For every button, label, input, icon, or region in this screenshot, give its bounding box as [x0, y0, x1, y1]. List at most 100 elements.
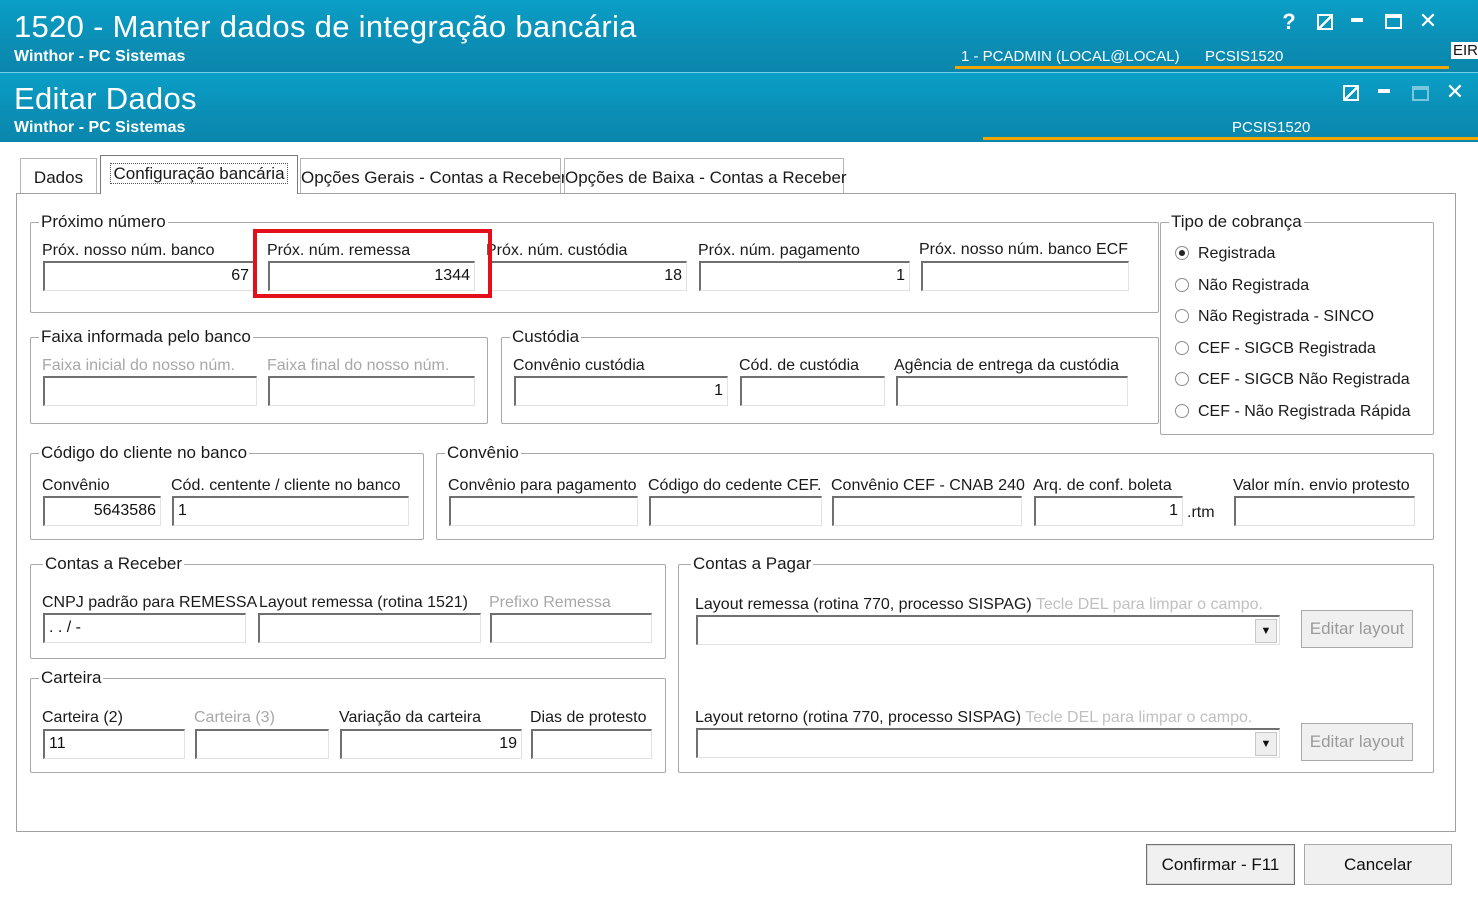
tab-opcoes-baixa[interactable]: Opções de Baixa - Contas a Receber [564, 158, 847, 194]
radio-icon[interactable] [1175, 278, 1189, 292]
clipped-text: EIR [1451, 42, 1478, 59]
radio-icon[interactable] [1175, 404, 1189, 418]
tab-dados[interactable]: Dados [20, 158, 97, 194]
radio-nao-registrada-sinco[interactable]: Não Registrada - SINCO [1175, 308, 1374, 326]
input-prox-num-remessa[interactable]: 1344 [268, 261, 475, 291]
label-layout-remessa: Layout remessa (rotina 1521) [259, 594, 468, 611]
input-prox-nosso-num-banco[interactable]: 67 [43, 261, 254, 291]
group-carteira: Carteira Carteira (2) 11 Carteira (3) Va… [30, 669, 666, 773]
input-valor-min-protesto[interactable] [1234, 496, 1415, 526]
chevron-down-icon[interactable]: ▼ [1255, 732, 1277, 756]
input-prox-num-custodia[interactable]: 18 [489, 261, 687, 291]
help-icon[interactable]: ? [1276, 11, 1302, 33]
input-layout-remessa[interactable] [258, 613, 481, 643]
group-legend: Tipo de cobrança [1169, 212, 1304, 231]
label-carteira-2: Carteira (2) [42, 709, 123, 726]
dialog-subtitle: Winthor - PC Sistemas [14, 119, 186, 136]
input-cod-custodia[interactable] [740, 376, 885, 406]
dialog-title-bar: Editar Dados Winthor - PC Sistemas PCSIS… [0, 72, 1478, 142]
close-icon[interactable]: ✕ [1415, 10, 1441, 32]
radio-registrada[interactable]: Registrada [1175, 245, 1275, 263]
tab-opcoes-gerais[interactable]: Opções Gerais - Contas a Receber [300, 158, 567, 194]
window-subtitle: Winthor - PC Sistemas [14, 48, 186, 65]
tab-panel: Próximo número Próx. nosso núm. banco 67… [16, 193, 1456, 832]
label-cod-custodia: Cód. de custódia [739, 357, 860, 374]
input-faixa-final [268, 376, 475, 406]
label-cnpj-padrao: CNPJ padrão para REMESSA [42, 594, 258, 611]
title-accent-line [955, 66, 1449, 69]
input-convenio-cef-cnab[interactable] [832, 496, 1022, 526]
input-convenio-custodia[interactable]: 1 [514, 376, 728, 406]
tab-configuracao-bancaria[interactable]: Configuração bancária [100, 155, 298, 194]
select-layout-retorno[interactable]: ▼ [696, 728, 1280, 758]
group-legend: Contas a Receber [43, 554, 185, 573]
label-arq-conf-boleta: Arq. de conf. boleta [1033, 477, 1172, 494]
radio-cef-nao-registrada-rapida[interactable]: CEF - Não Registrada Rápida [1175, 403, 1411, 421]
group-legend: Carteira [39, 668, 104, 687]
hint-remessa: Tecle DEL para limpar o campo. [1035, 596, 1263, 613]
label-convenio-pagamento: Convênio para pagamento [448, 477, 637, 494]
input-prefixo-remessa [490, 613, 652, 643]
input-arq-conf-boleta[interactable]: 1 [1034, 496, 1183, 526]
group-codigo-cliente: Código do cliente no banco Convênio 5643… [30, 444, 424, 540]
select-layout-remessa[interactable]: ▼ [696, 615, 1280, 645]
window-title: 1520 - Manter dados de integração bancár… [14, 9, 637, 44]
chevron-down-icon[interactable]: ▼ [1255, 619, 1277, 643]
input-convenio[interactable]: 5643586 [43, 496, 161, 526]
window-title-bar: 1520 - Manter dados de integração bancár… [0, 0, 1478, 72]
group-tipo-cobranca: Tipo de cobrança Registrada Não Registra… [1160, 213, 1434, 435]
close-icon[interactable]: ✕ [1442, 81, 1468, 103]
edit-icon[interactable] [1312, 12, 1338, 34]
input-cod-cedente[interactable]: 1 [172, 496, 409, 526]
minimize-icon[interactable] [1371, 75, 1397, 97]
cancelar-button[interactable]: Cancelar [1304, 844, 1452, 885]
input-faixa-inicial [43, 376, 257, 406]
label-convenio-custodia: Convênio custódia [513, 357, 645, 374]
radio-icon[interactable] [1175, 309, 1189, 323]
label-arq-ext: .rtm [1187, 504, 1215, 521]
input-agencia-custodia[interactable] [896, 376, 1128, 406]
window-user: 1 - PCADMIN (LOCAL@LOCAL) [961, 48, 1180, 65]
input-dias-protesto[interactable] [531, 729, 652, 759]
group-contas-receber: Contas a Receber CNPJ padrão para REMESS… [30, 555, 666, 659]
input-cnpj-padrao[interactable]: . . / - [43, 613, 246, 643]
input-convenio-pagamento[interactable] [449, 496, 638, 526]
label-carteira-3: Carteira (3) [194, 709, 275, 726]
edit-icon[interactable] [1338, 83, 1364, 105]
radio-nao-registrada[interactable]: Não Registrada [1175, 277, 1309, 295]
input-variacao-carteira[interactable]: 19 [340, 729, 522, 759]
input-carteira-2[interactable]: 11 [43, 729, 185, 759]
label-valor-min-protesto: Valor mín. envio protesto [1233, 477, 1410, 494]
label-prox-num-pagamento: Próx. núm. pagamento [698, 242, 860, 259]
minimize-icon[interactable] [1344, 4, 1370, 26]
radio-cef-sigcb-nao-registrada[interactable]: CEF - SIGCB Não Registrada [1175, 371, 1410, 389]
label-variacao-carteira: Variação da carteira [339, 709, 481, 726]
dialog-accent-line [983, 137, 1478, 140]
confirmar-button[interactable]: Confirmar - F11 [1146, 844, 1295, 885]
input-prox-num-pagamento[interactable]: 1 [699, 261, 910, 291]
label-prox-nosso-num-banco: Próx. nosso núm. banco [42, 242, 215, 259]
dialog-module: PCSIS1520 [1232, 119, 1311, 136]
maximize-icon[interactable] [1380, 11, 1406, 33]
hint-retorno: Tecle DEL para limpar o campo. [1025, 709, 1253, 726]
label-codigo-cedente-cef: Código do cedente CEF. [648, 477, 822, 494]
label-convenio: Convênio [42, 477, 110, 494]
input-codigo-cedente-cef[interactable] [649, 496, 822, 526]
label-layout-remessa-sispag: Layout remessa (rotina 770, processo SIS… [695, 596, 1263, 613]
radio-cef-sigcb-registrada[interactable]: CEF - SIGCB Registrada [1175, 340, 1376, 358]
radio-selected-icon[interactable] [1175, 246, 1189, 260]
group-legend: Custódia [510, 327, 582, 346]
dialog-title: Editar Dados [14, 81, 197, 116]
group-legend: Contas a Pagar [691, 554, 814, 573]
group-contas-pagar: Contas a Pagar Layout remessa (rotina 77… [678, 555, 1434, 773]
radio-icon[interactable] [1175, 372, 1189, 386]
group-convenio: Convênio Convênio para pagamento Código … [436, 444, 1434, 540]
label-cod-cedente: Cód. centente / cliente no banco [171, 477, 401, 494]
maximize-icon [1407, 83, 1433, 105]
group-custodia: Custódia Convênio custódia 1 Cód. de cus… [501, 328, 1159, 424]
group-legend: Código do cliente no banco [39, 443, 250, 462]
editar-layout-remessa-button: Editar layout [1301, 610, 1413, 648]
label-prefixo-remessa: Prefixo Remessa [489, 594, 611, 611]
radio-icon[interactable] [1175, 341, 1189, 355]
input-prox-nosso-num-banco-ecf[interactable] [921, 261, 1129, 291]
